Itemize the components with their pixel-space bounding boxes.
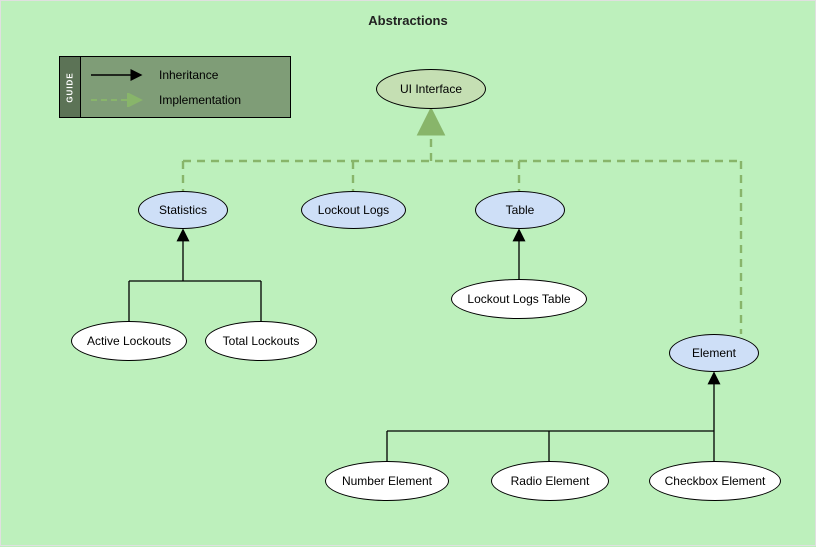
diagram-title: Abstractions [1,13,815,28]
node-ui-interface: UI Interface [376,69,486,109]
node-statistics: Statistics [138,191,228,229]
legend: GUIDE Inheritance Implementation [59,56,291,118]
legend-row-inheritance: Inheritance [89,63,282,87]
node-table: Table [475,191,565,229]
node-number-element: Number Element [325,461,449,501]
legend-tab-label: GUIDE [66,72,75,102]
legend-row-implementation: Implementation [89,88,282,112]
node-element: Element [669,334,759,372]
legend-inheritance-label: Inheritance [159,68,218,82]
node-radio-element: Radio Element [491,461,609,501]
node-checkbox-element: Checkbox Element [649,461,781,501]
solid-arrow-icon [89,68,147,82]
node-total-lockouts: Total Lockouts [205,321,317,361]
legend-implementation-label: Implementation [159,93,241,107]
node-lockout-logs-table: Lockout Logs Table [451,279,587,319]
legend-body: Inheritance Implementation [81,57,290,117]
dashed-arrow-icon [89,93,147,107]
legend-tab: GUIDE [60,57,81,117]
node-lockout-logs: Lockout Logs [301,191,406,229]
node-active-lockouts: Active Lockouts [71,321,187,361]
